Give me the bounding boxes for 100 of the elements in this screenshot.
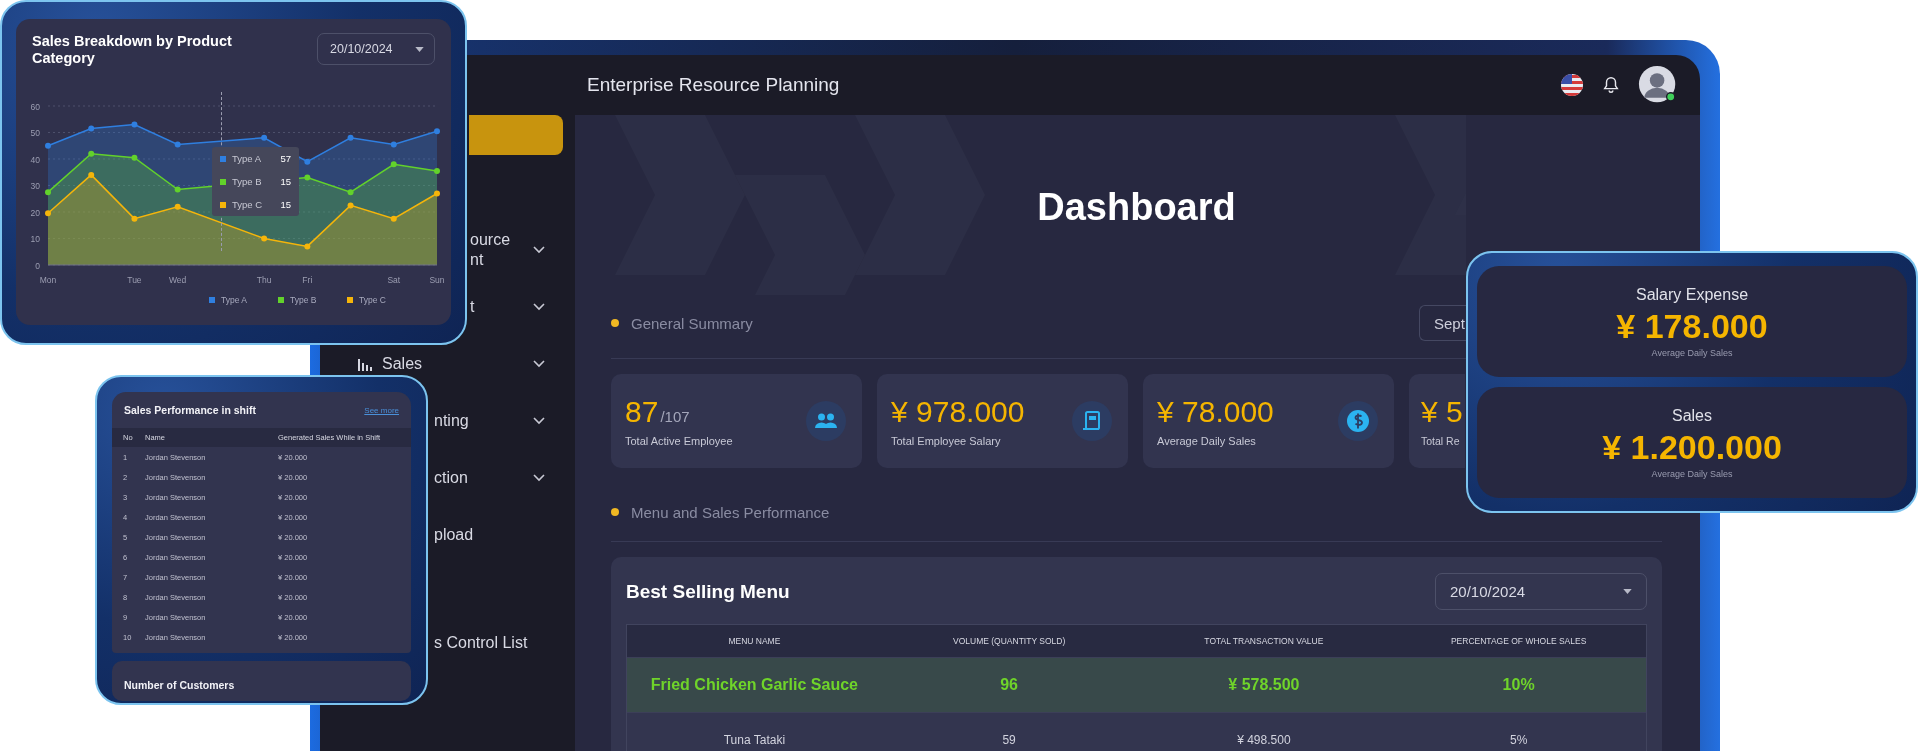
section-heading: Menu and Sales Performance: [631, 503, 830, 521]
x-tick-label: Fri: [302, 275, 313, 285]
table-cell-text: 5%: [1508, 733, 1529, 747]
sidebar-item[interactable]: Sales: [382, 353, 423, 374]
section-heading: General Summary: [631, 314, 753, 332]
point: [131, 215, 138, 222]
point: [174, 186, 181, 193]
point: [45, 189, 51, 196]
point: [434, 128, 440, 135]
sidebar-item[interactable]: ction: [434, 467, 468, 488]
panel-title: Number of Customers: [124, 679, 235, 691]
chevron-down-icon[interactable]: [533, 303, 545, 311]
table-cell-text: ¥ 498.500: [1236, 733, 1292, 747]
card-caption: Average Daily Sales: [1651, 347, 1733, 358]
point: [434, 167, 440, 174]
bullet-icon: [611, 508, 619, 516]
y-tick-label: 0: [35, 260, 40, 271]
card-caption: Average Daily Sales: [1651, 468, 1733, 479]
caret-icon: [415, 46, 424, 52]
stat-label: Average Daily Sales: [1157, 435, 1257, 447]
column-header: VOLUME (QUANTITY SOLD): [952, 636, 1067, 646]
see-more-link[interactable]: See more: [364, 405, 399, 415]
point: [45, 142, 51, 149]
point: [88, 171, 95, 178]
x-tick-label: Sun: [429, 275, 445, 285]
point: [88, 125, 95, 132]
tooltip-value: 15: [280, 176, 291, 187]
point: [347, 202, 354, 209]
point: [45, 210, 51, 217]
y-tick-label: 30: [30, 181, 40, 191]
table-cell-text: Tuna Tataki: [722, 733, 787, 747]
legend-label: Type A: [221, 295, 247, 305]
bullet-icon: [611, 319, 619, 327]
y-tick-label: 10: [30, 234, 40, 244]
swatch-icon: [220, 178, 226, 185]
avatar-icon[interactable]: [1638, 65, 1678, 105]
bell-icon[interactable]: [1602, 76, 1620, 94]
date-dropdown[interactable]: 20/10/2024: [317, 33, 435, 65]
card-title: Salary Expense: [1635, 285, 1749, 304]
point: [304, 243, 311, 250]
document-icon: [1072, 401, 1112, 441]
tooltip-label: Type C: [232, 199, 264, 210]
x-tick-label: Sat: [387, 275, 401, 285]
y-tick-label: 60: [30, 101, 40, 112]
table-cell-text: 10%: [1501, 676, 1536, 694]
chevron-down-icon[interactable]: [533, 474, 545, 482]
point: [131, 121, 138, 128]
table-cell-text: ¥ 578.500: [1227, 676, 1301, 694]
chevron-down-icon[interactable]: [533, 246, 545, 254]
sidebar-item[interactable]: t: [470, 296, 475, 317]
stat-value: 87: [625, 395, 659, 429]
column-header: MENU NAME: [727, 636, 782, 646]
stat-value: ¥ 978.000: [891, 395, 1025, 429]
point: [390, 161, 397, 168]
app-title: Enterprise Resource Planning: [587, 74, 840, 96]
stat-label: Total Employee Salary: [891, 435, 1002, 447]
caret-icon: [1623, 589, 1632, 594]
card-value: ¥ 1.200.000: [1602, 426, 1782, 467]
tooltip-label: Type A: [232, 153, 263, 164]
tooltip-label: Type B: [232, 176, 263, 187]
point: [434, 190, 440, 197]
chevron-down-icon[interactable]: [533, 417, 545, 425]
chevron-down-icon[interactable]: [533, 360, 545, 368]
stat-value: ¥ 5: [1421, 395, 1463, 429]
legend-label: Type B: [290, 295, 317, 305]
sidebar-item[interactable]: nting: [434, 410, 469, 431]
table-cell-text: Fried Chicken Garlic Sauce: [649, 676, 859, 694]
column-header: PERCENTAGE OF WHOLE SALES: [1449, 636, 1588, 646]
stat-label: Total Re: [1421, 435, 1461, 447]
stat-label: Total Active Employee: [625, 435, 733, 447]
point: [88, 150, 95, 157]
point: [304, 174, 311, 181]
x-tick-label: Thu: [256, 275, 272, 285]
people-icon: [806, 401, 846, 441]
point: [174, 203, 181, 210]
swatch-icon: [220, 155, 226, 162]
point: [304, 158, 311, 165]
y-tick-label: 40: [30, 154, 40, 165]
point: [347, 134, 354, 141]
y-tick-label: 50: [30, 128, 40, 138]
table-cell-text: 96: [999, 676, 1019, 694]
panel-title: Sales Performance in shift: [124, 404, 256, 416]
x-tick-label: Wed: [169, 275, 187, 285]
sidebar-item[interactable]: pload: [434, 524, 474, 545]
point: [261, 235, 268, 242]
y-tick-label: 20: [30, 207, 40, 218]
point: [174, 141, 181, 148]
table-cell-text: 59: [1001, 733, 1017, 747]
sidebar-item[interactable]: ource nt: [470, 229, 511, 270]
column-header: TOTAL TRANSACTION VALUE: [1203, 636, 1325, 646]
page-title: Dashboard: [1036, 185, 1237, 229]
x-tick-label: Mon: [39, 275, 57, 285]
sidebar-item[interactable]: s Control List: [434, 632, 528, 653]
chart-title: Sales Breakdown by Product Category: [32, 33, 233, 68]
date-dropdown[interactable]: 20/10/2024: [1435, 573, 1647, 610]
flag-icon[interactable]: [1560, 73, 1584, 97]
card-value: ¥ 178.000: [1616, 305, 1768, 346]
legend-label: Type C: [359, 295, 386, 305]
panel-title: Best Selling Menu: [626, 580, 790, 603]
point: [261, 134, 268, 141]
